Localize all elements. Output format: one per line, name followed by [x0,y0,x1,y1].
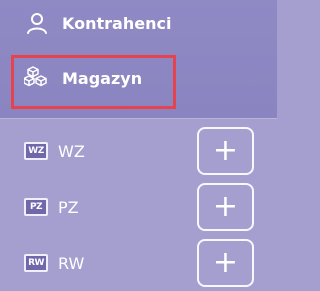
document-pz-icon: PZ [24,198,48,216]
section-divider [0,118,277,119]
sidebar-item-label: Kontrahenci [62,13,172,33]
doc-label-pz[interactable]: PZ PZ [24,195,79,219]
document-rw-icon: RW [24,254,48,272]
doc-label-rw[interactable]: RW RW [24,251,84,275]
user-icon [24,10,50,36]
boxes-icon [24,65,50,91]
add-wz-button[interactable]: + [197,127,254,175]
sidebar-item-label: Magazyn [62,68,143,88]
doc-text: WZ [58,141,85,161]
add-rw-button[interactable]: + [197,239,254,287]
doc-row-wz: WZ WZ + [0,123,277,179]
sidebar-panel: Kontrahenci Magazyn WZ WZ + PZ PZ + RW R… [0,0,277,290]
doc-row-pz: PZ PZ + [0,179,277,235]
sidebar-item-warehouse[interactable]: Magazyn [0,52,277,104]
doc-text: RW [58,253,85,273]
sidebar-item-contractors[interactable]: Kontrahenci [0,6,277,40]
document-wz-icon: WZ [24,142,48,160]
add-pz-button[interactable]: + [197,183,254,231]
doc-row-rw: RW RW + [0,235,277,291]
doc-label-wz[interactable]: WZ WZ [24,139,85,163]
doc-text: PZ [58,197,79,217]
